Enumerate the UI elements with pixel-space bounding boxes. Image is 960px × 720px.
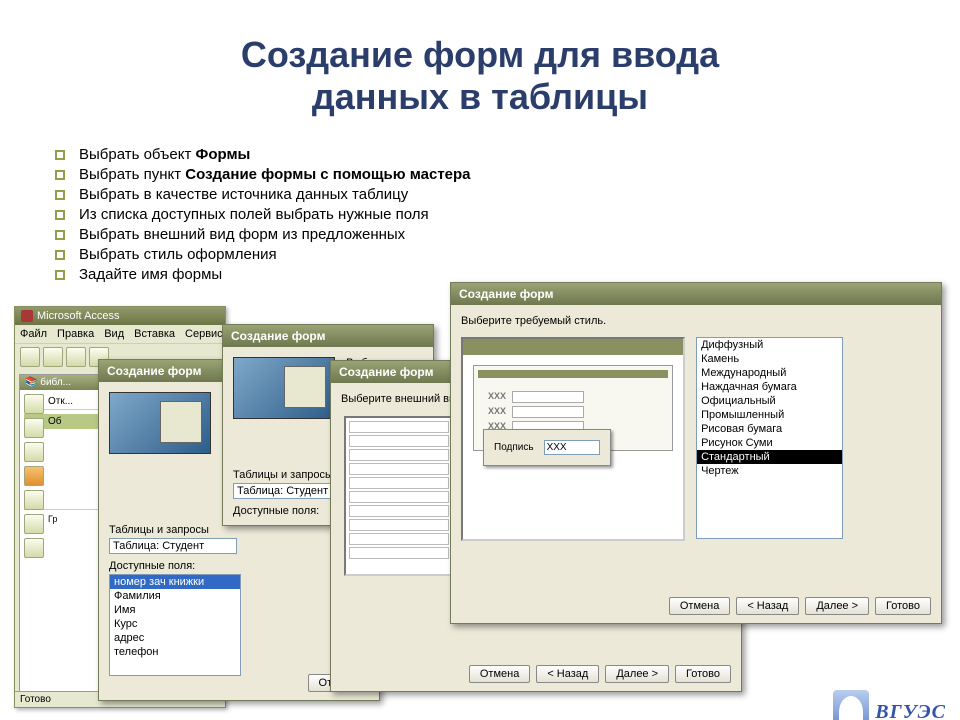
list-item[interactable]: Официальный <box>697 394 842 408</box>
list-item: Фамилия <box>110 589 240 603</box>
list-item[interactable]: Международный <box>697 366 842 380</box>
bullet-item: Задайте имя формы <box>55 266 905 283</box>
wizard-preview-icon <box>233 357 335 419</box>
access-menubar[interactable]: Файл Правка Вид Вставка Сервис <box>15 325 225 343</box>
logo-text: ВГУЭС <box>875 701 946 720</box>
toolbar-button[interactable] <box>43 347 63 367</box>
table-select[interactable]: Таблица: Студент <box>109 538 237 554</box>
toolbar-button[interactable] <box>20 347 40 367</box>
styles-list[interactable]: Диффузный Камень Международный Наждачная… <box>696 337 843 539</box>
finish-button[interactable]: Готово <box>875 597 931 615</box>
style-preview: XXX XXX XXX Подпись <box>461 337 685 541</box>
menu-insert[interactable]: Вставка <box>134 328 175 340</box>
caption-input[interactable] <box>544 440 600 455</box>
menu-view[interactable]: Вид <box>104 328 124 340</box>
sidebar-icon[interactable] <box>24 514 44 534</box>
cancel-button[interactable]: Отмена <box>469 665 530 683</box>
caption-popup: Подпись <box>483 429 611 466</box>
list-item: Курс <box>110 617 240 631</box>
sidebar-icon[interactable] <box>24 490 44 510</box>
wizard-titlebar: Создание форм <box>223 325 433 347</box>
object-sidebar <box>24 394 44 558</box>
sidebar-icon[interactable] <box>24 394 44 414</box>
bullet-item: Выбрать стиль оформления <box>55 246 905 263</box>
sidebar-icon[interactable] <box>24 442 44 462</box>
toolbar-button[interactable] <box>66 347 86 367</box>
wizard-titlebar: Создание форм <box>451 283 941 305</box>
list-item: Имя <box>110 603 240 617</box>
list-item[interactable]: Наждачная бумага <box>697 380 842 394</box>
bullet-item: Выбрать внешний вид форм из предложенных <box>55 226 905 243</box>
menu-file[interactable]: Файл <box>20 328 47 340</box>
back-button[interactable]: < Назад <box>536 665 599 683</box>
next-button[interactable]: Далее > <box>605 665 669 683</box>
bullet-item: Выбрать в качестве источника данных табл… <box>55 186 905 203</box>
wizard-prompt: Выберите требуемый стиль. <box>461 315 931 327</box>
caption-label: Подпись <box>494 442 534 453</box>
list-item-selected[interactable]: Стандартный <box>697 450 842 464</box>
list-item: телефон <box>110 645 240 659</box>
bullet-list: Выбрать объект Формы Выбрать пункт Созда… <box>0 146 960 283</box>
layout-preview <box>344 416 454 576</box>
cancel-button[interactable]: Отмена <box>669 597 730 615</box>
back-button[interactable]: < Назад <box>736 597 799 615</box>
list-item: адрес <box>110 631 240 645</box>
finish-button[interactable]: Готово <box>675 665 731 683</box>
access-titlebar: Microsoft Access <box>15 307 225 325</box>
list-item[interactable]: Рисунок Суми <box>697 436 842 450</box>
menu-edit[interactable]: Правка <box>57 328 94 340</box>
sidebar-icon[interactable] <box>24 466 44 486</box>
access-icon <box>21 310 33 322</box>
slide-title: Создание форм для вводаданных в таблицы <box>0 24 960 122</box>
sidebar-icon[interactable] <box>24 418 44 438</box>
menu-service[interactable]: Сервис <box>185 328 223 340</box>
wizard-style: Создание форм Выберите требуемый стиль. … <box>450 282 942 624</box>
logo-icon <box>833 690 869 720</box>
bullet-item: Из списка доступных полей выбрать нужные… <box>55 206 905 223</box>
list-item: номер зач книжки <box>110 575 240 589</box>
bullet-item: Выбрать пункт Создание формы с помощью м… <box>55 166 905 183</box>
logo: ВГУЭС <box>833 690 946 720</box>
bullet-item: Выбрать объект Формы <box>55 146 905 163</box>
next-button[interactable]: Далее > <box>805 597 869 615</box>
list-item[interactable]: Рисовая бумага <box>697 422 842 436</box>
list-item[interactable]: Камень <box>697 352 842 366</box>
sidebar-icon[interactable] <box>24 538 44 558</box>
list-item[interactable]: Диффузный <box>697 338 842 352</box>
wizard-preview-icon <box>109 392 211 454</box>
list-item[interactable]: Чертеж <box>697 464 842 478</box>
list-item[interactable]: Промышленный <box>697 408 842 422</box>
fields-list[interactable]: номер зач книжки Фамилия Имя Курс адрес … <box>109 574 241 676</box>
